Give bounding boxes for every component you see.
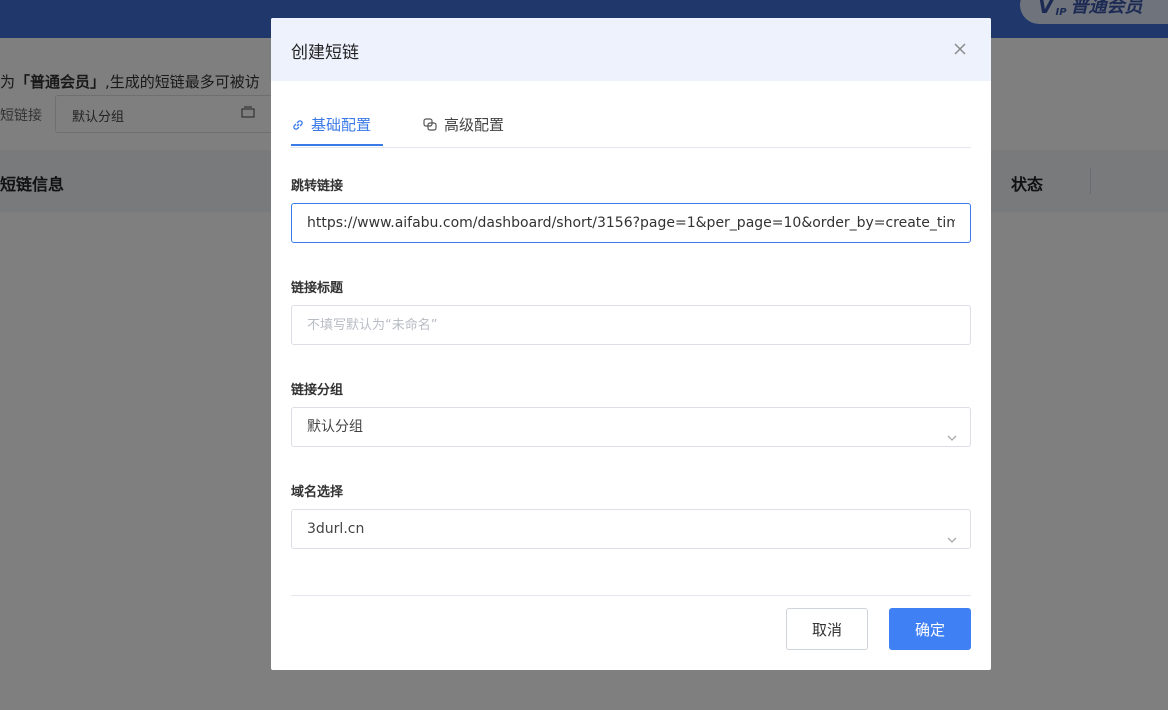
- footer-divider: [291, 595, 971, 596]
- tab-advanced-label: 高级配置: [444, 116, 505, 134]
- domain-value: 3durl.cn: [307, 521, 365, 537]
- domain-label: 域名选择: [291, 485, 344, 500]
- tab-basic-label: 基础配置: [311, 116, 372, 134]
- config-tabs: 基础配置 高级配置: [291, 102, 971, 148]
- active-tab-indicator: [291, 144, 383, 146]
- redirect-url-input[interactable]: [291, 203, 971, 243]
- chevron-down-icon: [946, 421, 958, 459]
- close-icon[interactable]: [949, 38, 971, 60]
- link-group-label: 链接分组: [291, 383, 344, 398]
- link-title-input[interactable]: [291, 305, 971, 345]
- create-short-link-dialog: 创建短链 基础配置 高级配置 跳转链接 https://www.aifabu.c…: [271, 18, 991, 670]
- redirect-url-label: 跳转链接: [291, 179, 344, 194]
- tab-basic-config[interactable]: 基础配置: [291, 114, 371, 135]
- cancel-button[interactable]: 取消: [786, 608, 868, 650]
- link-group-value: 默认分组: [307, 419, 363, 435]
- dialog-header: 创建短链: [271, 18, 991, 81]
- link-icon: [293, 119, 303, 130]
- dialog-title: 创建短链: [291, 43, 359, 63]
- domain-select[interactable]: 3durl.cn: [291, 509, 971, 549]
- link-group-select[interactable]: 默认分组: [291, 407, 971, 447]
- chevron-down-icon: [946, 523, 958, 561]
- copy-icon: [423, 117, 437, 131]
- link-title-label: 链接标题: [291, 281, 344, 296]
- app-page: VIP普通会员 为「普通会员」,生成的短链最多可被访 短链接 默认分组 短链信息…: [0, 0, 1168, 710]
- confirm-button[interactable]: 确定: [889, 608, 971, 650]
- tab-advanced-config[interactable]: 高级配置: [423, 114, 504, 135]
